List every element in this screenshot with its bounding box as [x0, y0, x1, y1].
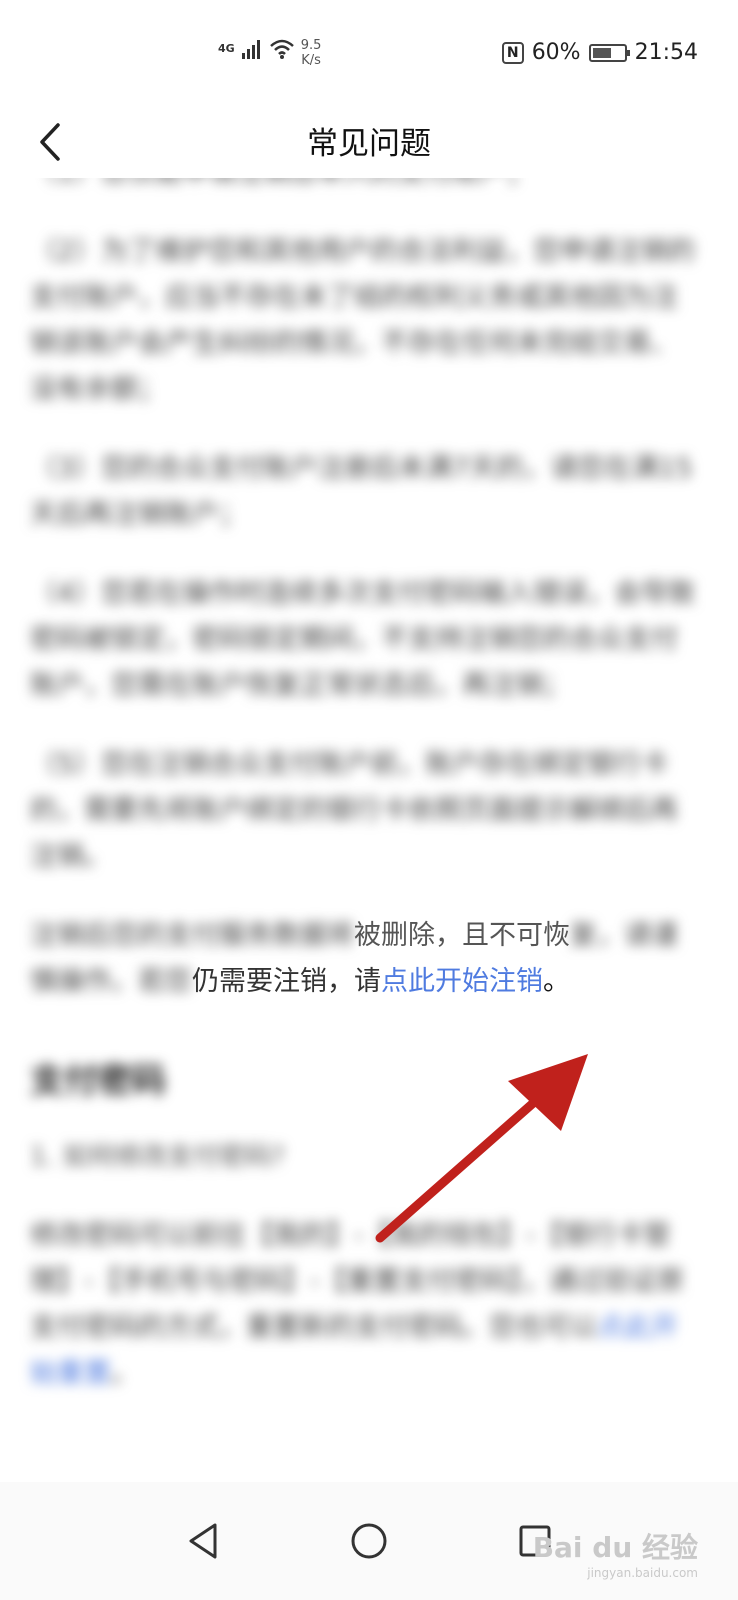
- faq-item-2: （2）为了维护您和其他用户的合法利益，您申请注销的支付账户，应当不存在未了结的权…: [30, 236, 696, 405]
- faq-item-4: （4）您若在操作时连续多次支付密码输入错误，会导致密码被锁定，密码锁定期间，不支…: [30, 578, 696, 701]
- network-speed: 9.5 K/s: [301, 38, 322, 68]
- battery-percent: 60%: [531, 40, 581, 65]
- page-title: 常见问题: [307, 126, 431, 162]
- baidu-watermark: Bai du 经验 jingyan.baidu.com: [533, 1526, 698, 1580]
- status-bar: 4G 9.5 K/s N 60% 21:54: [0, 0, 738, 106]
- faq-answer-end: 。: [111, 1358, 138, 1389]
- watermark-brand: Bai du 经验: [532, 1531, 698, 1564]
- clock: 21:54: [634, 40, 698, 65]
- cancel-notice-clear-2: 仍需要注销，请: [192, 966, 381, 997]
- cancel-notice-blurred-1: 注销后您的支付服务数据将: [30, 920, 354, 951]
- watermark-url: jingyan.baidu.com: [587, 1566, 698, 1580]
- network-type: 4G: [218, 42, 235, 55]
- cancel-notice: 注销后您的支付服务数据将被删除，且不可恢复，请谨慎操作。若您仍需要注销，请点此开…: [30, 913, 700, 1005]
- speed-value: 9.5: [300, 38, 322, 53]
- cancel-notice-clear-1: 被删除，且不可恢: [354, 920, 570, 951]
- battery-fill: [592, 47, 611, 58]
- status-right: N 60% 21:54: [501, 40, 698, 65]
- nav-back-button[interactable]: [173, 1511, 233, 1571]
- faq-item-3: （3）您的合众支付账户注册后未满7天的，请您在满15天后再注销账户；: [30, 453, 693, 530]
- section-title-payment-password: 支付密码: [30, 1061, 166, 1101]
- network-indicators: 4G 9.5 K/s: [218, 38, 321, 68]
- app-header: 常见问题: [0, 106, 738, 178]
- faq-answer-text: 修改密码可以前往【我的】-【我的钱包】-【银行卡管理】-【手机号与密码】-【重置…: [30, 1220, 684, 1343]
- cancel-notice-end: 。: [543, 966, 570, 997]
- speed-unit: K/s: [301, 53, 321, 68]
- triangle-back-icon: [189, 1523, 217, 1559]
- faq-answer: 修改密码可以前往【我的】-【我的钱包】-【银行卡管理】-【手机号与密码】-【重置…: [30, 1213, 700, 1397]
- wifi-icon: [269, 39, 294, 59]
- signal-icon: [241, 40, 260, 59]
- faq-content: （1）您仅能申请注销您本人的支付账户； （2）为了维护您和其他用户的合法利益，您…: [30, 150, 700, 1430]
- nfc-icon: N: [501, 41, 524, 64]
- circle-home-icon: [351, 1523, 387, 1559]
- start-cancel-link[interactable]: 点此开始注销: [381, 966, 543, 997]
- faq-question[interactable]: 1. 如何修改支付密码?: [30, 1136, 700, 1173]
- nav-home-button[interactable]: [339, 1511, 399, 1571]
- faq-item-5: （5）您在注销合众支付账户前，账户存在绑定银行卡的，需要先将账户绑定的银行卡依照…: [30, 749, 678, 872]
- battery-icon: [588, 43, 630, 62]
